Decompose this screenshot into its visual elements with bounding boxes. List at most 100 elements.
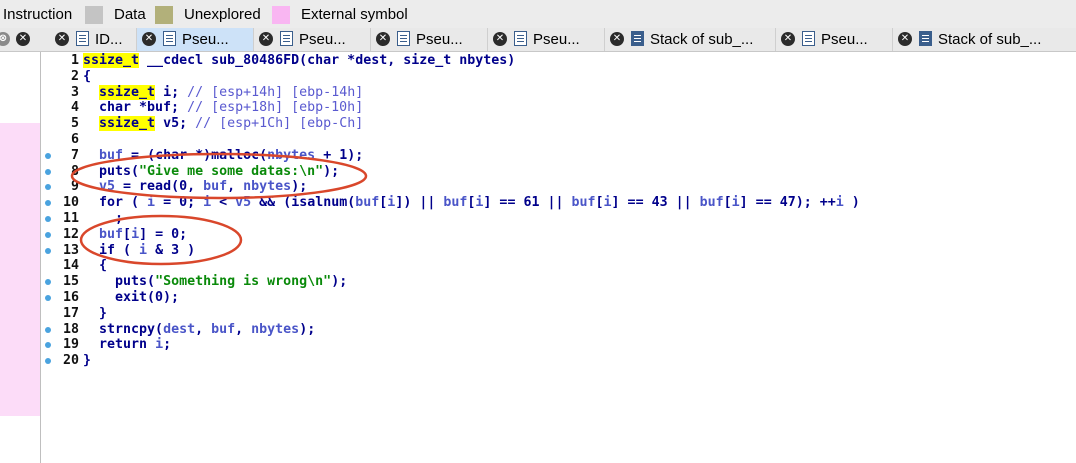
tab-6[interactable]: ✕ Stack of sub_... <box>605 28 776 51</box>
color-legend-bar: Instruction Data Unexplored External sym… <box>0 0 1076 28</box>
code-line[interactable]: 17 } <box>41 306 1071 322</box>
code-text: } <box>83 353 91 369</box>
breakpoint-dot-icon[interactable] <box>45 326 51 333</box>
code-token: ssize_t <box>99 84 156 100</box>
code-token: for ( <box>83 195 148 211</box>
close-tab-icon[interactable]: ✕ <box>259 32 273 46</box>
code-token: < <box>211 195 236 211</box>
code-line[interactable]: 14 { <box>41 258 1071 274</box>
restore-icon[interactable]: ⊗ <box>0 32 10 46</box>
code-token: buf <box>443 195 468 211</box>
tab-2[interactable]: ✕ Pseu... <box>137 28 254 51</box>
tab-5[interactable]: ✕ Pseu... <box>488 28 605 51</box>
code-token: } <box>83 305 108 321</box>
code-line[interactable]: 9 v5 = read(0, buf, nbytes); <box>41 179 1071 195</box>
code-text: for ( i = 0; i < v5 && (isalnum(buf[i]) … <box>83 195 860 211</box>
code-token: ) <box>843 195 860 211</box>
code-line[interactable]: 4 char *buf; // [esp+18h] [ebp-10h] <box>41 100 1071 116</box>
code-line[interactable]: 8 puts("Give me some datas:\n"); <box>41 164 1071 180</box>
code-line[interactable]: 1 ssize_t __cdecl sub_80486FD(char *dest,… <box>41 53 1071 69</box>
code-line[interactable]: 3 ssize_t i; // [esp+14h] [ebp-14h] <box>41 84 1071 101</box>
tab-7[interactable]: ✕ Pseu... <box>776 28 893 51</box>
code-line[interactable]: 13 if ( i & 3 ) <box>41 243 1071 259</box>
line-number: 3 <box>70 84 79 100</box>
code-token: && (isalnum( <box>251 195 356 211</box>
code-line[interactable]: 20} <box>41 353 1071 369</box>
code-text: { <box>83 69 91 85</box>
code-token: // [esp+1Ch] [ebp-Ch] <box>195 116 364 132</box>
breakpoint-dot-icon[interactable] <box>45 184 51 191</box>
breakpoint-dot-icon[interactable] <box>45 168 51 175</box>
code-line[interactable]: 2{ <box>41 69 1071 85</box>
code-token: = (char *)malloc( <box>123 147 268 163</box>
code-token: [ <box>723 195 732 211</box>
breakpoint-dot-icon[interactable] <box>45 247 51 254</box>
line-number: 14 <box>62 258 79 274</box>
code-token: strncpy( <box>83 321 164 337</box>
close-tab-icon[interactable]: ✕ <box>898 32 912 46</box>
line-number: 13 <box>62 242 79 258</box>
code-line[interactable]: 11 ; <box>41 211 1071 227</box>
view-icon <box>76 31 89 46</box>
code-token: v5 <box>235 195 252 211</box>
code-line[interactable]: 6 <box>41 132 1071 148</box>
close-tab-icon[interactable]: ✕ <box>376 32 390 46</box>
tab-8[interactable]: ✕ Stack of sub_... <box>893 28 1076 51</box>
pseudocode-icon <box>280 31 293 46</box>
breakpoint-dot-icon[interactable] <box>45 358 51 365</box>
code-text: ; <box>83 211 123 227</box>
legend-label-data: Data <box>114 6 146 23</box>
breakpoint-dot-icon[interactable] <box>45 342 51 349</box>
breakpoint-dot-icon[interactable] <box>45 279 51 286</box>
breakpoint-dot-icon[interactable] <box>45 231 51 238</box>
code-text: ssize_t __cdecl sub_80486FD(char *dest, … <box>83 53 515 69</box>
breakpoint-dot-icon[interactable] <box>45 295 51 301</box>
code-line[interactable]: 15 puts("Something is wrong\n"); <box>41 274 1071 290</box>
breakpoint-dot-icon[interactable] <box>45 152 51 159</box>
code-token: i <box>731 195 740 211</box>
code-token: , <box>227 179 244 195</box>
code-line[interactable]: 16 exit(0); <box>41 290 1071 306</box>
code-token: buf <box>355 195 380 211</box>
code-line[interactable]: 10 for ( i = 0; i < v5 && (isalnum(buf[i… <box>41 195 1071 211</box>
code-token: exit(0); <box>83 290 180 305</box>
tab-3[interactable]: ✕ Pseu... <box>254 28 371 51</box>
code-token: ssize_t <box>99 116 156 132</box>
line-number: 18 <box>62 321 79 337</box>
stack-icon <box>631 31 644 46</box>
code-token: = read(0, <box>115 179 204 195</box>
close-tab-icon[interactable]: ✕ <box>610 32 624 46</box>
code-line[interactable]: 18 strncpy(dest, buf, nbytes); <box>41 322 1071 338</box>
close-tab-icon[interactable]: ✕ <box>781 32 795 46</box>
code-token: nbytes <box>243 179 292 195</box>
close-tab-icon[interactable]: ✕ <box>493 32 507 46</box>
tab-bar: ⊗ ✕ ✕ ID... ✕ Pseu... ✕ Pseu... ✕ Pseu... ✕ Pseu.… <box>0 28 1076 52</box>
tab-1[interactable]: ✕ ID... <box>50 28 137 51</box>
code-line[interactable]: 12 buf[i] = 0; <box>41 227 1071 243</box>
code-line[interactable]: 19 return i; <box>41 337 1071 353</box>
tab-label: Stack of sub_... <box>650 31 754 48</box>
close-tab-icon[interactable]: ✕ <box>142 32 156 46</box>
close-tab-icon[interactable]: ✕ <box>55 32 69 46</box>
breakpoint-dot-icon[interactable] <box>45 200 51 207</box>
code-token: nbytes <box>251 321 300 337</box>
close-pane-icon[interactable]: ✕ <box>16 32 30 46</box>
tab-4[interactable]: ✕ Pseu... <box>371 28 488 51</box>
code-token: ] = 0; <box>139 226 188 242</box>
breakpoint-dot-icon[interactable] <box>45 216 51 222</box>
pseudocode-view[interactable]: 1 ssize_t __cdecl sub_80486FD(char *dest,… <box>41 52 1076 463</box>
line-number: 12 <box>62 226 79 242</box>
code-token: ssize_t <box>83 53 140 68</box>
code-token: i <box>203 195 212 211</box>
code-token: } <box>83 353 92 369</box>
code-line[interactable]: 7 buf = (char *)malloc(nbytes + 1); <box>41 148 1071 164</box>
code-token: // [esp+18h] [ebp-10h] <box>187 100 364 116</box>
code-token: i <box>835 195 844 211</box>
line-number: 16 <box>62 290 79 305</box>
code-token: __cdecl sub_80486FD(char *dest, size_t n… <box>139 53 516 68</box>
code-token: ); <box>323 163 340 179</box>
code-line[interactable]: 5 ssize_t v5; // [esp+1Ch] [ebp-Ch] <box>41 116 1071 132</box>
